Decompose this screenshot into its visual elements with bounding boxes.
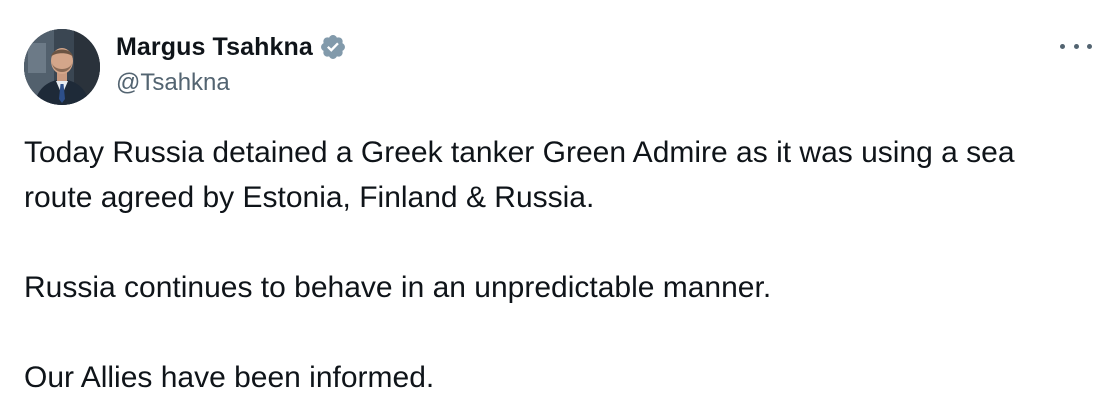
- author-display-name[interactable]: Margus Tsahkna: [116, 31, 313, 63]
- author-handle[interactable]: @Tsahkna: [116, 68, 230, 98]
- tweet-line: Today Russia detained a Greek tanker Gre…: [24, 136, 1015, 169]
- tweet-card: Margus Tsahkna @Tsahkna Today Russia det…: [0, 0, 1114, 414]
- more-options-button[interactable]: [1060, 34, 1092, 58]
- more-options-icon: [1060, 43, 1065, 49]
- tweet-line: Our Allies have been informed.: [24, 361, 435, 394]
- tweet-line: route agreed by Estonia, Finland & Russi…: [24, 181, 595, 214]
- avatar[interactable]: [24, 29, 100, 105]
- more-options-icon-dot: [1073, 43, 1079, 49]
- tweet-text: Today Russia detained a Greek tanker Gre…: [24, 130, 1094, 400]
- avatar-image: [24, 29, 100, 105]
- verified-badge-icon: [319, 33, 347, 61]
- tweet-line: Russia continues to behave in an unpredi…: [24, 271, 772, 304]
- more-options-icon-dot: [1087, 43, 1092, 49]
- author-name-row: Margus Tsahkna: [116, 31, 347, 63]
